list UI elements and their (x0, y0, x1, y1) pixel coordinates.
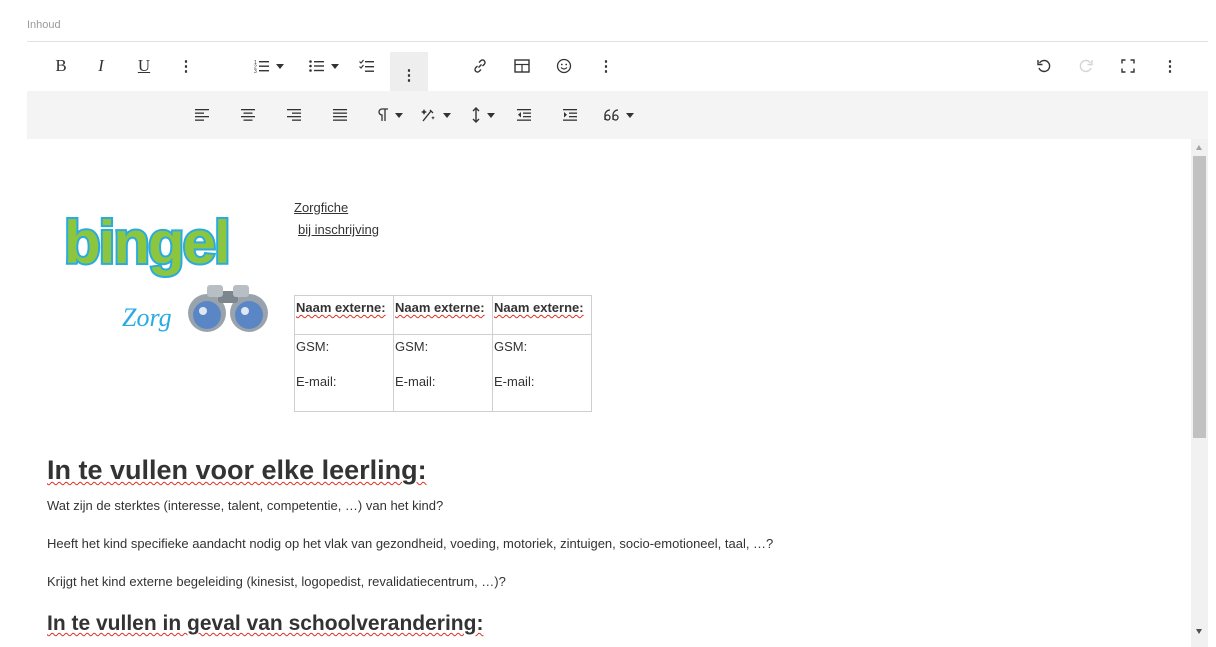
section-heading: In te vullen voor elke leerling: (47, 455, 427, 485)
gsm-label: GSM: (296, 339, 330, 354)
question-paragraph: Krijgt het kind externe begeleiding (kin… (47, 574, 506, 589)
redo-icon (1079, 59, 1093, 73)
more-paragraph-button[interactable]: ⋮ (390, 52, 428, 94)
gsm-label: GSM: (395, 339, 429, 354)
more-vertical-icon: ⋮ (598, 58, 614, 75)
line-height-dropdown[interactable] (469, 101, 497, 129)
paragraph-format-dropdown[interactable] (375, 101, 405, 129)
section-heading: In te vullen in geval van schoolverander… (47, 612, 484, 635)
clear-format-icon (421, 109, 435, 122)
table-cell[interactable]: GSM: E-mail: (492, 334, 592, 412)
undo-icon (1037, 59, 1051, 73)
gsm-label: GSM: (494, 339, 528, 354)
italic-button[interactable]: I (94, 52, 108, 80)
table-cell[interactable]: Naam externe: (492, 295, 592, 335)
scrollbar-thumb[interactable] (1193, 156, 1206, 438)
quote-dropdown[interactable] (603, 101, 635, 129)
align-center-button[interactable] (239, 101, 257, 129)
logo-subtext: Zorg (122, 303, 172, 332)
more-vertical-icon: ⋮ (401, 67, 417, 84)
outdent-icon (517, 109, 531, 121)
table-header: Naam externe: (395, 300, 485, 315)
table-header: Naam externe: (494, 300, 584, 315)
indent-icon (563, 109, 577, 121)
table-cell[interactable]: Naam externe: (393, 295, 493, 335)
email-label: E-mail: (494, 374, 535, 389)
contacts-table: Naam externe: Naam externe: Naam externe… (294, 295, 592, 412)
paragraph-format-icon (378, 108, 388, 121)
chevron-down-icon (395, 112, 403, 118)
table-header: Naam externe: (296, 300, 386, 315)
vertical-scrollbar[interactable] (1191, 139, 1208, 647)
fullscreen-icon (1121, 59, 1135, 73)
align-left-button[interactable] (193, 101, 211, 129)
indent-button[interactable] (561, 101, 579, 129)
editor-toolbar-primary (27, 42, 1208, 91)
more-vertical-icon: ⋮ (1162, 58, 1178, 75)
justify-icon (333, 109, 347, 121)
insert-link-button[interactable] (471, 52, 489, 80)
email-label: E-mail: (395, 374, 436, 389)
underline-icon: U (137, 56, 151, 75)
svg-text:3: 3 (254, 69, 257, 73)
align-right-icon (287, 109, 301, 121)
table-cell[interactable]: GSM: E-mail: (294, 334, 394, 412)
redo-button[interactable] (1077, 52, 1095, 80)
chevron-down-icon (276, 63, 284, 69)
clear-format-dropdown[interactable] (420, 101, 452, 129)
chevron-down-icon (331, 63, 339, 69)
ordered-list-dropdown[interactable]: 123 (248, 52, 290, 80)
bold-icon: B (55, 56, 67, 75)
emoji-icon (556, 58, 572, 74)
more-vertical-icon: ⋮ (178, 58, 194, 75)
align-right-button[interactable] (285, 101, 303, 129)
question-paragraph: Heeft het kind specifieke aandacht nodig… (47, 536, 774, 551)
binoculars-icon (188, 285, 268, 332)
scroll-down-icon[interactable] (1196, 629, 1202, 634)
question-paragraph: Wat zijn de sterktes (interesse, talent,… (47, 498, 444, 513)
line-height-icon (472, 107, 480, 123)
underline-button[interactable]: U (136, 52, 152, 80)
insert-emoji-button[interactable] (555, 52, 573, 80)
chevron-down-icon (487, 112, 495, 118)
scroll-up-icon[interactable] (1196, 145, 1202, 150)
outdent-button[interactable] (515, 101, 533, 129)
link-icon (474, 59, 486, 73)
bullet-list-icon (309, 60, 324, 72)
fullscreen-button[interactable] (1119, 52, 1137, 80)
table-row: GSM: E-mail: GSM: E-mail: GSM: E-mail: (294, 334, 592, 412)
bullet-list-dropdown[interactable] (303, 52, 345, 80)
italic-icon: I (98, 56, 104, 75)
align-center-icon (241, 109, 255, 121)
chevron-down-icon (626, 112, 634, 118)
quote-icon (604, 109, 619, 121)
undo-button[interactable] (1035, 52, 1053, 80)
insert-table-button[interactable] (513, 52, 531, 80)
more-insert-button[interactable]: ⋮ (598, 52, 614, 80)
editor-content[interactable]: bingel Zorg Zorgfiche bij inschrijving N… (27, 139, 1191, 647)
table-header-row: Naam externe: Naam externe: Naam externe… (294, 295, 592, 335)
field-label: Inhoud (27, 19, 61, 31)
bingel-zorg-logo: bingel Zorg (62, 207, 268, 332)
align-left-icon (195, 109, 209, 121)
ordered-list-icon: 123 (254, 60, 269, 73)
more-text-button[interactable]: ⋮ (178, 52, 194, 80)
justify-button[interactable] (331, 101, 349, 129)
table-cell[interactable]: Naam externe: (294, 295, 394, 335)
logo-text: bingel (64, 209, 229, 276)
email-label: E-mail: (296, 374, 337, 389)
bold-button[interactable]: B (52, 52, 70, 80)
table-cell[interactable]: GSM: E-mail: (393, 334, 493, 412)
checklist-icon (359, 59, 374, 72)
doc-title: Zorgfiche (294, 200, 349, 215)
doc-subtitle: bij inschrijving (298, 222, 379, 237)
checklist-button[interactable] (358, 52, 376, 80)
chevron-down-icon (443, 112, 451, 118)
table-icon (514, 59, 530, 73)
more-misc-button[interactable]: ⋮ (1162, 52, 1178, 80)
